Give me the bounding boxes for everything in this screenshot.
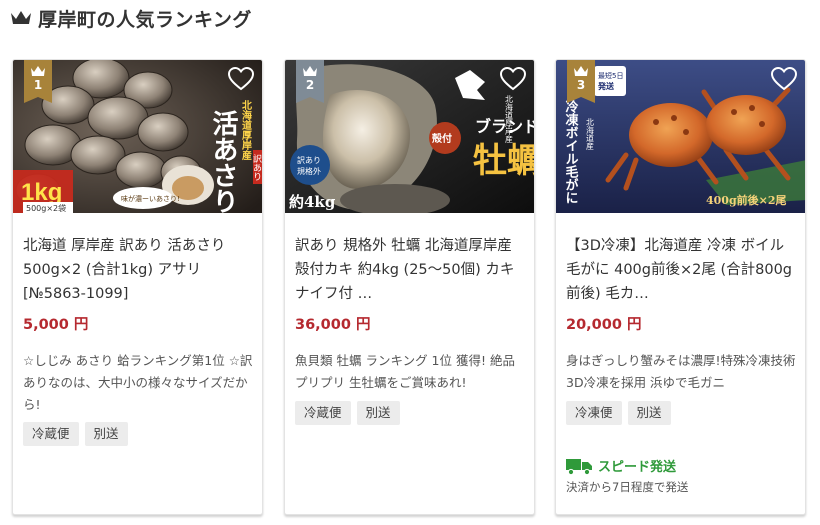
- heart-icon[interactable]: [771, 67, 797, 91]
- section-header: 厚岸町の人気ランキング: [10, 4, 252, 32]
- svg-text:約4kg: 約4kg: [289, 193, 336, 211]
- product-card[interactable]: 1kg 500g×2袋 活あさり 北海道厚岸産 訳あり 味が濃ーいあさり! 1 …: [12, 59, 263, 515]
- svg-text:訳あり: 訳あり: [297, 155, 321, 165]
- tag-separate: 別送: [84, 422, 128, 446]
- product-description: 身はぎっしり蟹みそは濃厚!特殊冷凍技術 3D冷凍を採用 浜ゆで毛ガニ: [566, 353, 796, 390]
- product-title[interactable]: 訳あり 規格外 牡蠣 北海道厚岸産 殻付カキ 約4kg (25〜50個) カキナ…: [295, 234, 527, 306]
- svg-text:規格外: 規格外: [297, 166, 321, 176]
- svg-text:北海道産: 北海道産: [586, 118, 595, 151]
- svg-text:1kg: 1kg: [21, 179, 62, 206]
- tag-shipping: 冷蔵便: [23, 422, 79, 446]
- product-card[interactable]: ブランド 牡蠣 殻付 北海道厚岸産 訳あり 規格外 約4kg 2 訳あり 規格外…: [284, 59, 535, 515]
- svg-text:牡蠣: 牡蠣: [473, 141, 535, 181]
- rank-number: 2: [305, 78, 315, 92]
- rank-number: 3: [576, 78, 586, 92]
- tag-separate: 別送: [627, 401, 671, 425]
- svg-text:北海道厚岸産: 北海道厚岸産: [505, 95, 514, 144]
- heart-icon[interactable]: [228, 67, 254, 91]
- product-description: 魚貝類 牡蠣 ランキング 1位 獲得! 絶品 プリプリ 生牡蠣をご賞味あれ!: [295, 353, 515, 390]
- svg-text:味が濃ーいあさり!: 味が濃ーいあさり!: [121, 194, 180, 203]
- svg-text:発送: 発送: [597, 81, 615, 91]
- svg-text:活あさり: 活あさり: [208, 110, 238, 213]
- product-title[interactable]: 【3D冷凍】北海道産 冷凍 ボイル毛がに 400g前後×2尾 (合計800g前後…: [566, 234, 798, 306]
- product-card[interactable]: 冷凍ボイル毛がに 北海道産 最短5日 発送 400g前後×2尾 3 【3D冷凍】…: [555, 59, 806, 515]
- truck-icon: [566, 458, 592, 475]
- svg-text:殻付: 殻付: [432, 132, 452, 145]
- product-price: 36,000 円: [295, 317, 371, 333]
- section-title: 厚岸町の人気ランキング: [38, 8, 252, 31]
- svg-text:訳あり: 訳あり: [251, 153, 262, 181]
- tag-list: 冷蔵便 別送: [295, 401, 400, 425]
- rank-number: 1: [33, 78, 43, 92]
- crown-icon: [11, 11, 31, 24]
- tag-shipping: 冷凍便: [566, 401, 622, 425]
- product-price: 5,000 円: [23, 317, 89, 333]
- tag-separate: 別送: [356, 401, 400, 425]
- speed-label: スピード発送: [598, 460, 677, 475]
- product-title[interactable]: 北海道 厚岸産 訳あり 活あさり 500g×2 (合計1kg) アサリ[№586…: [23, 234, 255, 306]
- heart-icon[interactable]: [500, 67, 526, 91]
- svg-text:北海道厚岸産: 北海道厚岸産: [240, 99, 252, 161]
- rank-badge: 2: [296, 60, 324, 103]
- tag-list: 冷蔵便 別送: [23, 422, 128, 446]
- speed-shipping: スピード発送: [566, 456, 676, 475]
- svg-text:冷凍ボイル毛がに: 冷凍ボイル毛がに: [563, 99, 579, 204]
- svg-text:500g×2袋: 500g×2袋: [26, 203, 66, 213]
- speed-note: 決済から7日程度で発送: [566, 480, 689, 494]
- product-price: 20,000 円: [566, 317, 642, 333]
- svg-text:最短5日: 最短5日: [598, 71, 623, 80]
- tag-shipping: 冷蔵便: [295, 401, 351, 425]
- product-description: ☆しじみ あさり 蛤ランキング第1位 ☆訳ありなのは、大中小の様々なサイズだから…: [23, 353, 253, 412]
- tag-list: 冷凍便 別送: [566, 401, 671, 425]
- svg-text:400g前後×2尾: 400g前後×2尾: [706, 193, 787, 207]
- rank-badge: 3: [567, 60, 595, 103]
- rank-badge: 1: [24, 60, 52, 103]
